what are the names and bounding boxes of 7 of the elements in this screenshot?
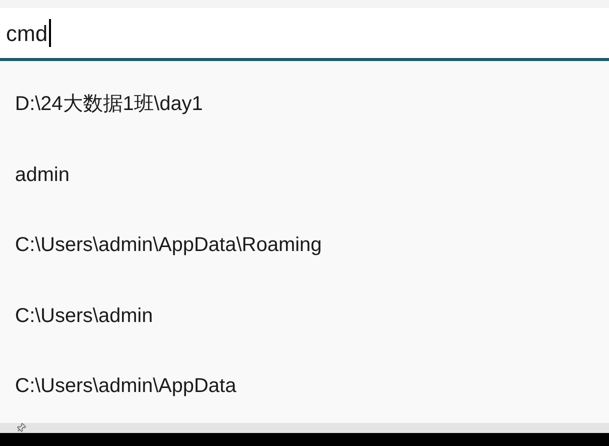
suggestion-item[interactable]: D:\24大数据1班\day1 — [15, 89, 203, 120]
text-cursor — [48, 19, 51, 47]
address-field[interactable]: cmd — [0, 8, 609, 61]
suggestion-item[interactable]: C:\Users\admin\AppData\Roaming — [15, 230, 322, 260]
suggestion-item[interactable]: admin — [15, 160, 70, 190]
suggestion-item[interactable]: C:\Users\admin — [15, 300, 153, 331]
suggestion-item[interactable]: C:\Users\admin\AppData — [15, 371, 236, 402]
